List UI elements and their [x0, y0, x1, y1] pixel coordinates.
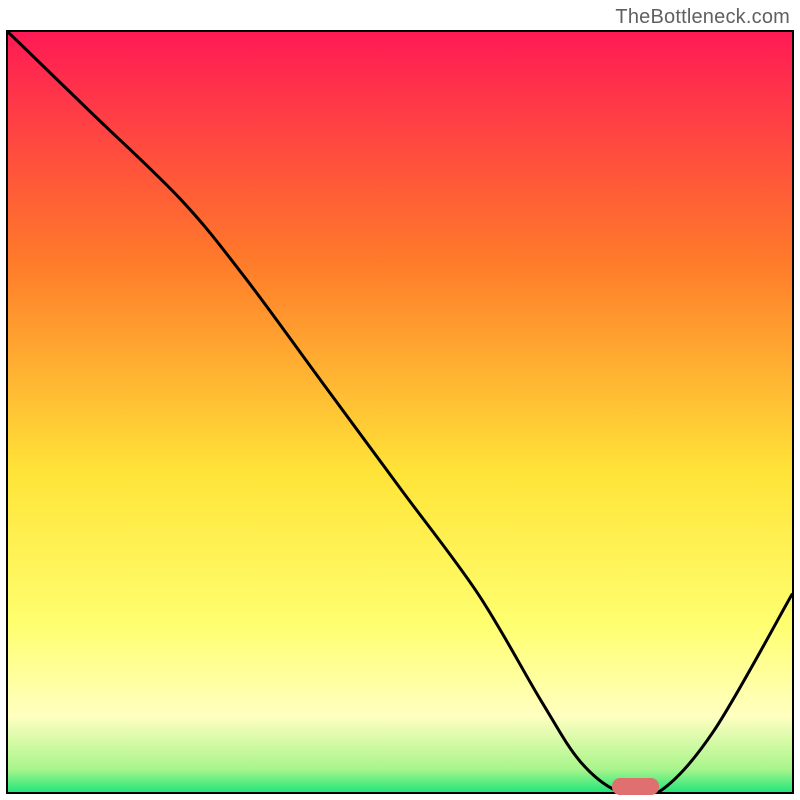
plot-frame	[6, 30, 794, 794]
watermark-text: TheBottleneck.com	[615, 6, 790, 29]
plot-svg	[8, 32, 792, 792]
optimal-marker	[612, 778, 659, 795]
